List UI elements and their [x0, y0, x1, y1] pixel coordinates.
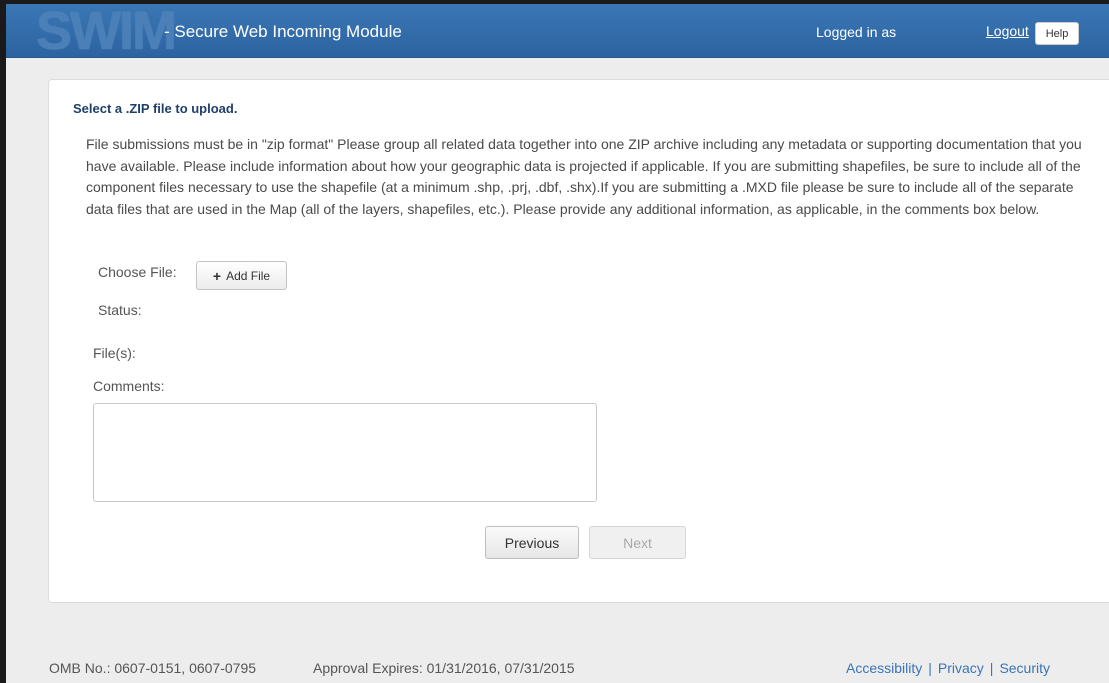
add-file-button[interactable]: + Add File — [196, 261, 287, 290]
logout-link[interactable]: Logout — [986, 23, 1029, 39]
top-navbar: SWIM - Secure Web Incoming Module Logged… — [6, 4, 1109, 58]
footer-separator: | — [989, 660, 994, 676]
app-subtitle: - Secure Web Incoming Module — [164, 22, 402, 41]
security-link[interactable]: Security — [999, 660, 1050, 676]
privacy-link[interactable]: Privacy — [938, 660, 984, 676]
swim-logo: SWIM — [36, 1, 177, 61]
add-file-label: Add File — [226, 268, 271, 283]
page-title: Select a .ZIP file to upload. — [73, 101, 238, 116]
files-label: File(s): — [93, 345, 136, 361]
footer-links: Accessibility | Privacy | Security — [846, 660, 1050, 676]
next-button-disabled: Next — [589, 526, 686, 559]
previous-button[interactable]: Previous — [485, 526, 579, 559]
help-button[interactable]: Help — [1035, 22, 1079, 45]
footer-separator: | — [928, 660, 932, 676]
accessibility-link[interactable]: Accessibility — [846, 660, 922, 676]
comments-label: Comments: — [93, 378, 165, 394]
plus-icon: + — [212, 267, 222, 284]
choose-file-label: Choose File: — [98, 264, 177, 280]
status-label: Status: — [98, 302, 142, 318]
upload-instructions: File submissions must be in "zip format"… — [86, 136, 1082, 217]
logged-in-text: Logged in as — [816, 24, 897, 40]
omb-number: OMB No.: 0607-0151, 0607-0795 — [49, 660, 257, 676]
upload-panel: Select a .ZIP file to upload. File submi… — [48, 79, 1109, 603]
comments-textarea[interactable] — [93, 403, 597, 502]
approval-expires: Approval Expires: 01/31/2016, 07/31/2015 — [313, 660, 575, 676]
